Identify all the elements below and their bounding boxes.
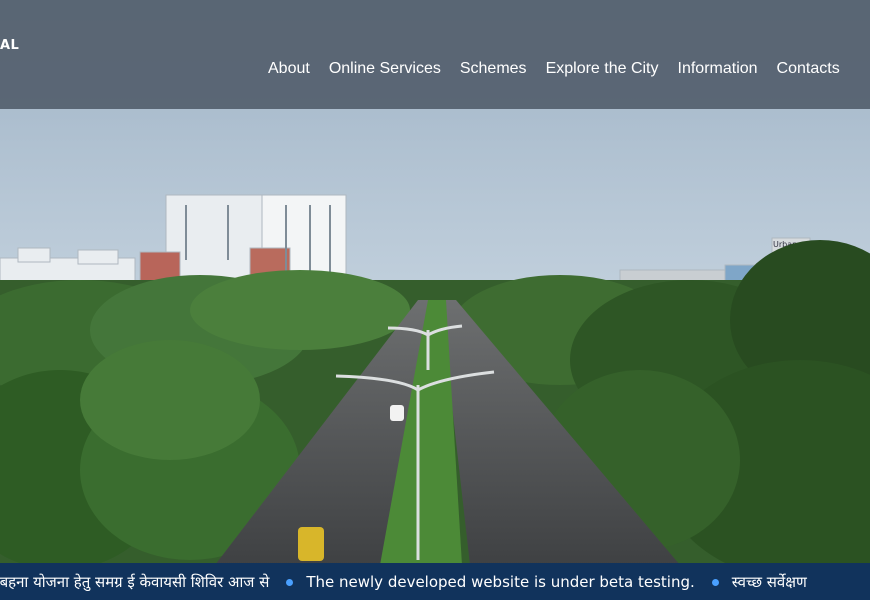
nav-online-services[interactable]: Online Services xyxy=(329,59,441,79)
nav-about[interactable]: About xyxy=(268,59,310,79)
ticker-track: ी बहना योजना हेतु समग्र ई केवायसी शिविर … xyxy=(0,572,807,592)
news-ticker: ी बहना योजना हेतु समग्र ई केवायसी शिविर … xyxy=(0,563,870,600)
page: Urban AL About Online Services Schemes E… xyxy=(0,0,870,600)
nav-contacts[interactable]: Contacts xyxy=(777,59,840,79)
bullet-icon xyxy=(286,578,294,586)
bullet-icon xyxy=(711,578,719,586)
main-nav: About Online Services Schemes Explore th… xyxy=(268,59,840,79)
nav-schemes[interactable]: Schemes xyxy=(460,59,527,79)
site-header: AL About Online Services Schemes Explore… xyxy=(0,0,870,109)
nav-explore-the-city[interactable]: Explore the City xyxy=(546,59,659,79)
auto-rickshaw xyxy=(298,527,324,561)
site-logo-text[interactable]: AL xyxy=(0,38,19,53)
ticker-item[interactable]: The newly developed website is under bet… xyxy=(306,572,694,592)
ticker-item[interactable]: ी बहना योजना हेतु समग्र ई केवायसी शिविर … xyxy=(0,572,269,592)
ticker-item[interactable]: स्वच्छ सर्वेक्षण xyxy=(732,572,807,592)
car xyxy=(390,405,404,421)
nav-information[interactable]: Information xyxy=(678,59,758,79)
